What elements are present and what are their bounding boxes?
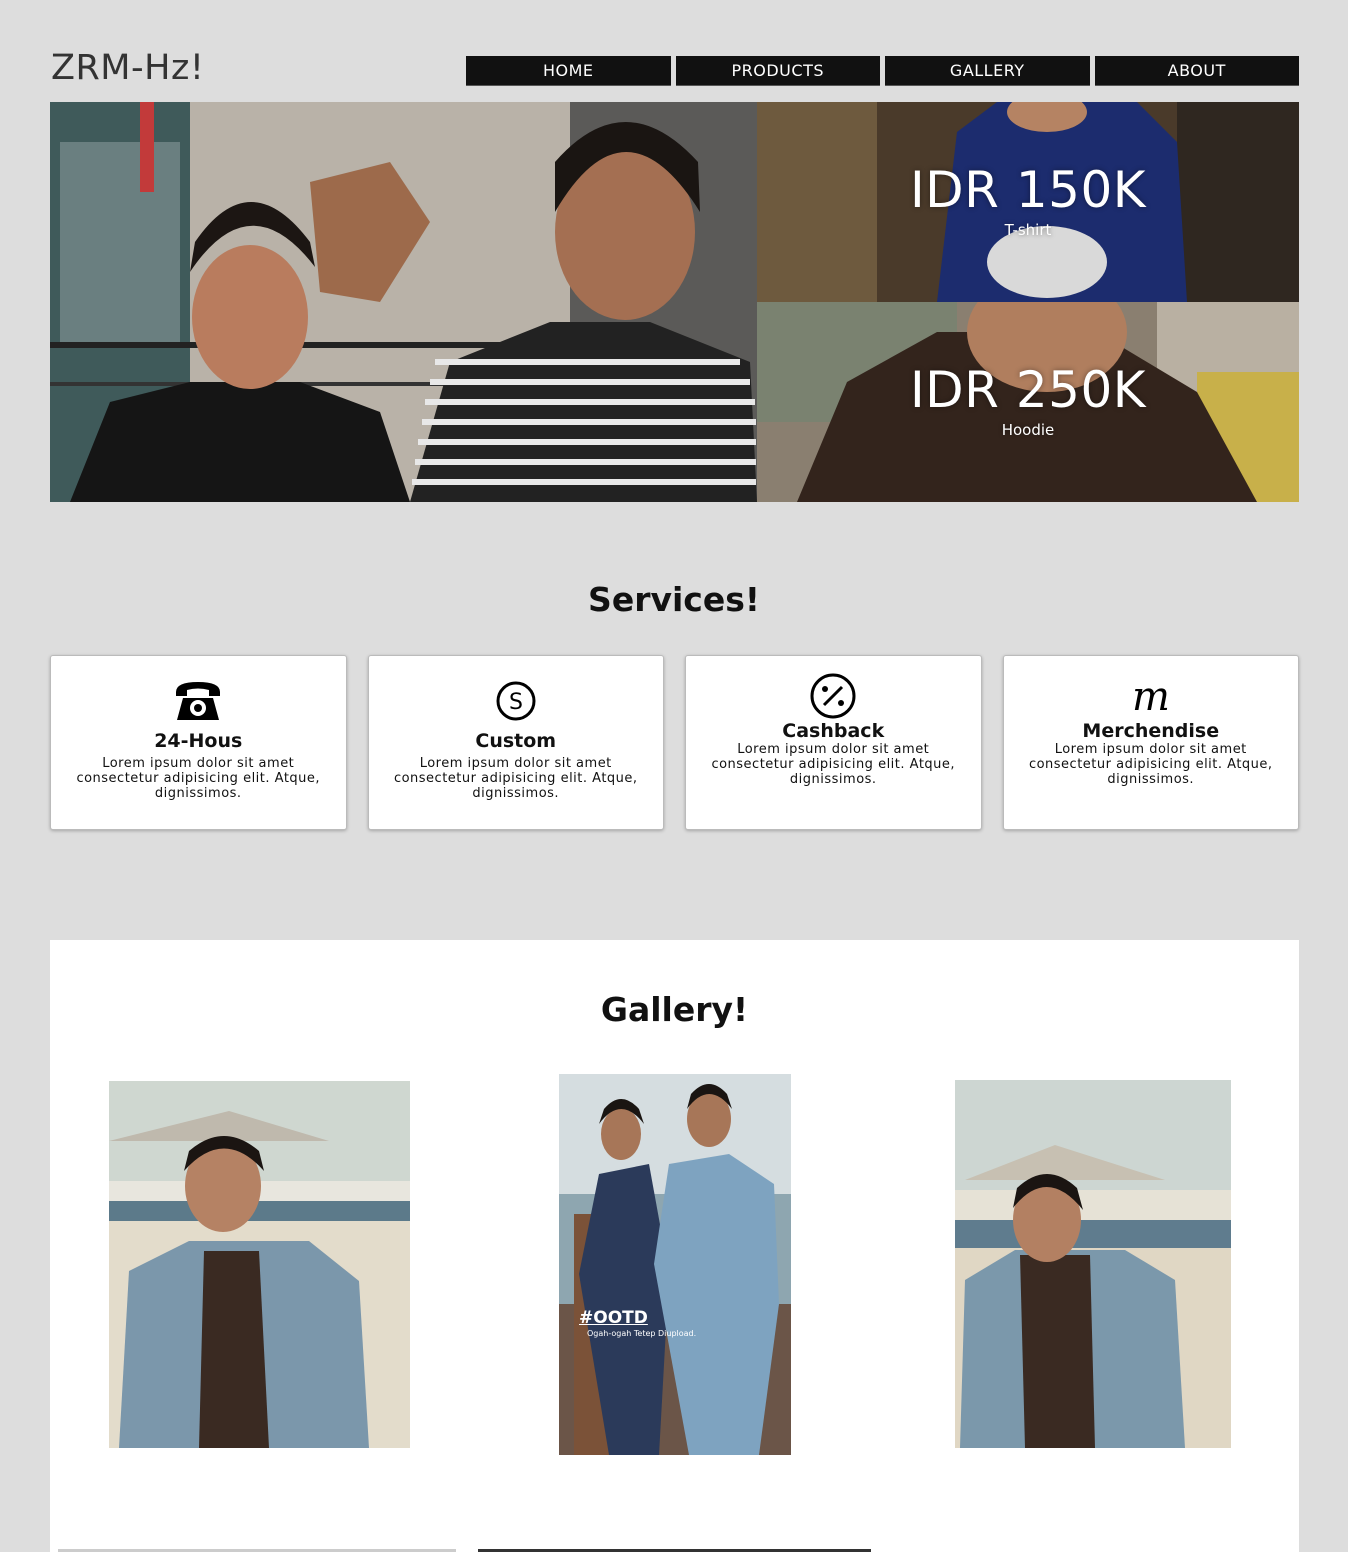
gallery-photo-3-image: [955, 1080, 1231, 1448]
product-card-hoodie[interactable]: IDR 250K Hoodie: [757, 302, 1299, 502]
gallery-photo-1[interactable]: [109, 1081, 410, 1448]
ootd-subcaption: Ogah-ogah Tetep Diupload.: [587, 1329, 697, 1338]
service-description: Lorem ipsum dolor sit amet consectetur a…: [1028, 742, 1273, 787]
service-card-merchandise[interactable]: m Merchendise Lorem ipsum dolor sit amet…: [1002, 655, 1299, 830]
nav-home[interactable]: HOME: [466, 56, 671, 86]
tshirt-label: T-shirt: [1004, 221, 1052, 239]
service-description: Lorem ipsum dolor sit amet consectetur a…: [393, 756, 638, 801]
nav-products[interactable]: PRODUCTS: [675, 56, 880, 86]
gallery-photo-2[interactable]: #OOTD Ogah-ogah Tetep Diupload.: [559, 1074, 791, 1455]
service-title: 24-Hous: [154, 730, 243, 752]
service-title: Cashback: [782, 720, 885, 742]
gallery-section: Gallery! #OOTD Ogah-ogah Tetep Diupload.: [50, 940, 1299, 1552]
nav-about[interactable]: ABOUT: [1094, 56, 1299, 86]
gallery-photo-2-image: [559, 1074, 791, 1455]
nav-gallery[interactable]: GALLERY: [885, 56, 1090, 86]
hoodie-price: IDR 250K: [909, 361, 1147, 419]
svg-text:S: S: [509, 690, 523, 715]
product-card-tshirt[interactable]: IDR 150K T-shirt: [757, 102, 1299, 302]
service-card-cashback[interactable]: Cashback Lorem ipsum dolor sit amet cons…: [685, 655, 982, 830]
hero-photo-image: [50, 102, 757, 502]
site-logo[interactable]: ZRM-Hz!: [51, 48, 204, 88]
service-card-custom[interactable]: S Custom Lorem ipsum dolor sit amet cons…: [367, 655, 664, 830]
hero-banner: IDR 150K T-shirt IDR 250K Hoodie: [50, 102, 1299, 502]
service-card-24h[interactable]: 24-Hous Lorem ipsum dolor sit amet conse…: [50, 655, 347, 830]
hoodie-label: Hoodie: [1001, 421, 1055, 439]
hero-main-photo: [50, 102, 757, 502]
service-title: Merchendise: [1082, 720, 1220, 742]
svg-text:m: m: [1132, 676, 1170, 720]
gallery-photo-1-image: [109, 1081, 410, 1448]
service-description: Lorem ipsum dolor sit amet consectetur a…: [76, 756, 321, 801]
tshirt-price: IDR 150K: [909, 161, 1147, 219]
ootd-caption: #OOTD: [579, 1308, 648, 1328]
gallery-title: Gallery!: [600, 990, 749, 1029]
main-nav: HOME PRODUCTS GALLERY ABOUT: [466, 56, 1299, 86]
services-list: 24-Hous Lorem ipsum dolor sit amet conse…: [50, 655, 1299, 830]
services-title: Services!: [588, 580, 760, 619]
gallery-photo-3[interactable]: [955, 1080, 1231, 1448]
telephone-icon: [173, 676, 223, 722]
script-m-icon: m: [1121, 674, 1181, 720]
service-title: Custom: [475, 730, 557, 752]
service-description: Lorem ipsum dolor sit amet consectetur a…: [711, 742, 956, 787]
s-circle-icon: S: [495, 676, 537, 722]
percent-circle-icon: [809, 673, 857, 720]
